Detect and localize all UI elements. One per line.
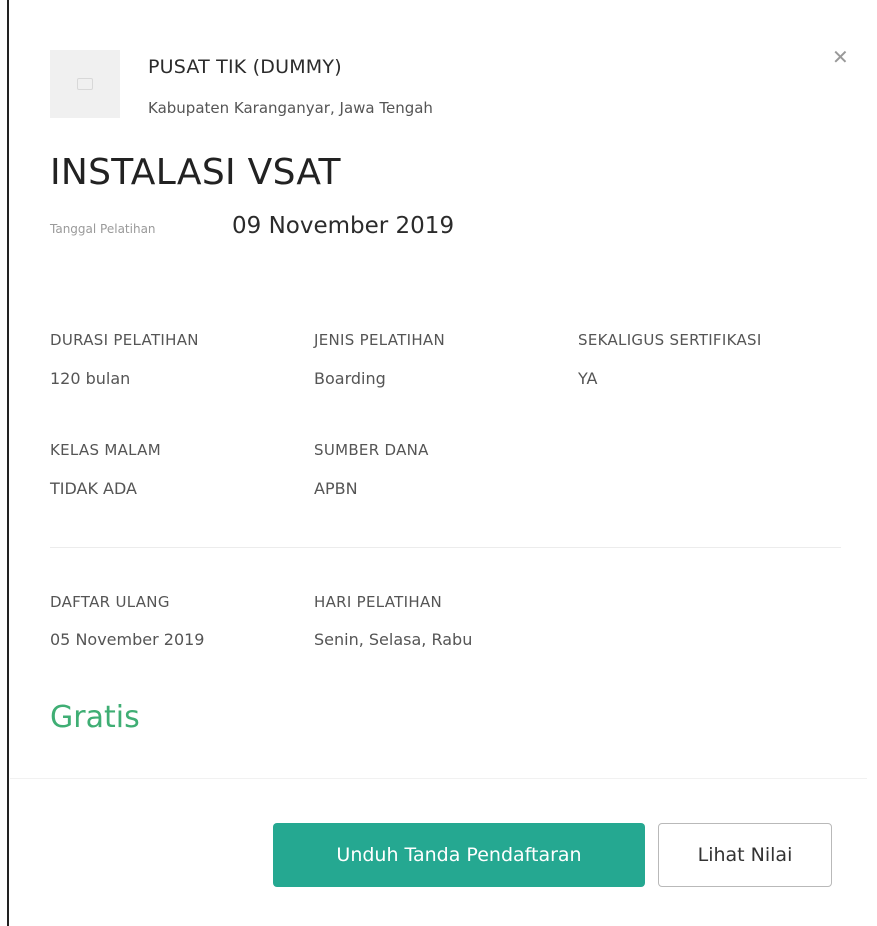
view-score-button[interactable]: Lihat Nilai [658,823,832,887]
org-name: PUSAT TIK (DUMMY) [148,56,342,78]
training-type-value: Boarding [314,369,386,388]
image-placeholder-icon [77,78,93,90]
training-type-label: JENIS PELATIHAN [314,331,446,349]
course-title: INSTALASI VSAT [50,152,341,193]
training-detail-modal: PUSAT TIK (DUMMY) Kabupaten Karanganyar,… [10,0,877,926]
re-registration-value: 05 November 2019 [50,630,205,649]
duration-value: 120 bulan [50,369,131,388]
funding-source-label: SUMBER DANA [314,441,429,459]
funding-source-value: APBN [314,479,358,498]
training-days-label: HARI PELATIHAN [314,593,443,611]
close-icon[interactable]: ✕ [832,45,849,69]
night-class-label: KELAS MALAM [50,441,161,459]
org-logo [50,50,120,118]
training-days-value: Senin, Selasa, Rabu [314,630,473,649]
org-location: Kabupaten Karanganyar, Jawa Tengah [148,99,433,117]
training-date-value: 09 November 2019 [232,213,455,239]
training-date-label: Tanggal Pelatihan [50,222,156,236]
download-registration-button[interactable]: Unduh Tanda Pendaftaran [273,823,645,887]
certification-label: SEKALIGUS SERTIFIKASI [578,331,762,349]
certification-value: YA [578,369,598,388]
price-label: Gratis [50,700,140,735]
window-edge [7,0,9,926]
night-class-value: TIDAK ADA [50,479,137,498]
duration-label: DURASI PELATIHAN [50,331,199,349]
footer-separator [10,778,867,779]
re-registration-label: DAFTAR ULANG [50,593,170,611]
section-divider [50,547,841,548]
